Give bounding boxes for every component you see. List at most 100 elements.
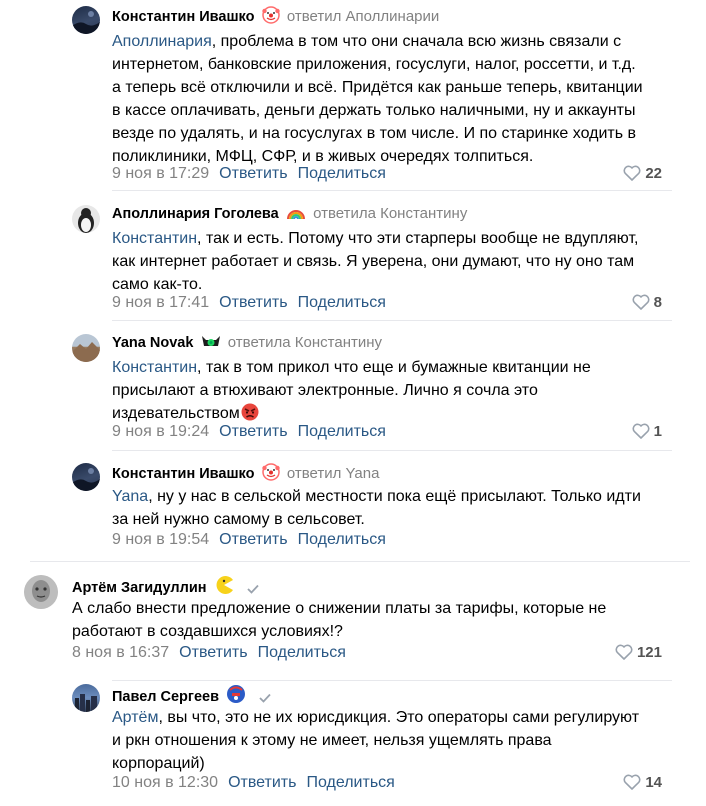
- comment-5: Артём Загидуллин А слабо внести предложе…: [24, 575, 662, 675]
- comment-date[interactable]: 8 ноя в 16:37: [72, 644, 169, 661]
- clown-emoji-icon: [261, 463, 280, 486]
- text-line: а теперь всё отключили и всё. Придётся к…: [112, 79, 643, 96]
- heart-icon: [632, 423, 650, 444]
- like-button[interactable]: 8: [632, 294, 662, 315]
- text-line: , вы что, это не их юрисдикция. Это опер…: [158, 709, 640, 726]
- reply-to-label[interactable]: ответила Константину: [313, 205, 467, 222]
- penguin-icon: [78, 208, 94, 233]
- text-line: везде по удалять, и на госуслугах в том …: [112, 125, 637, 142]
- comment-date[interactable]: 9 ноя в 19:54: [112, 531, 209, 548]
- comment-header: Павел Сергеев: [112, 684, 272, 705]
- like-count: 121: [636, 644, 662, 661]
- mention-link[interactable]: Константин: [112, 359, 197, 376]
- green-eye-icon: [201, 334, 221, 355]
- share-button[interactable]: Поделиться: [298, 423, 386, 440]
- like-button[interactable]: 121: [615, 644, 662, 665]
- dark-landscape-icon: [72, 468, 100, 491]
- heart-icon: [615, 644, 633, 665]
- reply-button[interactable]: Ответить: [228, 774, 296, 791]
- comment-date[interactable]: 9 ноя в 19:24: [112, 423, 209, 440]
- heart-icon: [632, 294, 650, 315]
- comment-4: Константин Ивашко ответил Yana Yana, ну …: [72, 463, 662, 553]
- author-name[interactable]: Константин Ивашко: [112, 9, 254, 25]
- text-line: издевательством: [112, 405, 240, 422]
- text-line: само как-то.: [112, 276, 203, 293]
- author-name[interactable]: Yana Novak: [112, 335, 193, 351]
- comment-header: Yana Novak ответила Константину: [112, 334, 382, 352]
- avatar[interactable]: [72, 6, 100, 34]
- comment-date[interactable]: 10 ноя в 12:30: [112, 774, 218, 791]
- mention-link[interactable]: Yana: [112, 488, 148, 505]
- grey-face-icon: [24, 575, 58, 609]
- share-button[interactable]: Поделиться: [298, 165, 386, 182]
- comment-header: Аполлинария Гоголева ответила Константин…: [112, 205, 467, 223]
- text-line: присылают а втюхивают электронные. Лично…: [112, 382, 538, 399]
- divider: [112, 450, 672, 451]
- comment-header: Константин Ивашко ответил Аполлинарии: [112, 6, 439, 25]
- share-button[interactable]: Поделиться: [306, 774, 394, 791]
- comment-text: Константин, так и есть. Потому что эти с…: [112, 227, 672, 296]
- comment-date[interactable]: 9 ноя в 17:41: [112, 294, 209, 311]
- mention-link[interactable]: Константин: [112, 230, 197, 247]
- heart-icon: [623, 165, 641, 186]
- comment-meta: 9 ноя в 19:24 Ответить Поделиться: [112, 423, 386, 441]
- reply-to-label[interactable]: ответил Yana: [287, 465, 380, 482]
- like-count: 1: [653, 423, 662, 440]
- reply-button[interactable]: Ответить: [179, 644, 247, 661]
- avatar[interactable]: [72, 205, 100, 233]
- comment-header: Артём Загидуллин: [72, 575, 259, 596]
- comment-1: Константин Ивашко ответил Аполлинарии Ап…: [72, 6, 662, 186]
- avatar[interactable]: [72, 334, 100, 362]
- author-name[interactable]: Аполлинария Гоголева: [112, 206, 279, 222]
- text-line: , проблема в том что они сначала всю жиз…: [211, 33, 622, 50]
- avatar[interactable]: [72, 463, 100, 491]
- author-name[interactable]: Павел Сергеев: [112, 689, 219, 705]
- mention-link[interactable]: Аполлинария: [112, 33, 212, 50]
- text-line: за ней нужно самому в сельсовет.: [112, 511, 365, 528]
- like-button[interactable]: 22: [623, 165, 662, 186]
- text-line: интернетом, банковские приложения, госус…: [112, 56, 636, 73]
- share-button[interactable]: Поделиться: [298, 531, 386, 548]
- text-line: корпораций): [112, 755, 205, 772]
- reply-button[interactable]: Ответить: [219, 294, 287, 311]
- comment-meta: 8 ноя в 16:37 Ответить Поделиться: [72, 644, 346, 662]
- reply-to-label[interactable]: ответила Константину: [228, 334, 382, 351]
- divider: [112, 320, 672, 321]
- author-name[interactable]: Артём Загидуллин: [72, 580, 207, 596]
- reply-button[interactable]: Ответить: [219, 531, 287, 548]
- text-line: работают в создавшихся условиях!?: [72, 623, 343, 640]
- comment-2: Аполлинария Гоголева ответила Константин…: [72, 205, 662, 315]
- avatar[interactable]: [24, 575, 58, 609]
- comment-6: Павел Сергеев Артём, вы что, это не их ю…: [72, 684, 662, 799]
- comment-text: Константин, так в том прикол что еще и б…: [112, 356, 672, 428]
- dark-landscape-icon: [72, 11, 100, 34]
- mountain-icon: [72, 342, 100, 362]
- share-button[interactable]: Поделиться: [258, 644, 346, 661]
- comment-meta: 9 ноя в 17:29 Ответить Поделиться: [112, 165, 386, 183]
- comment-text: Аполлинария, проблема в том что они снач…: [112, 30, 672, 168]
- like-count: 22: [645, 165, 662, 182]
- comment-meta: 9 ноя в 19:54 Ответить Поделиться: [112, 531, 386, 549]
- author-name[interactable]: Константин Ивашко: [112, 466, 254, 482]
- text-line: и ркн отношения к этому не имеет, нельзя…: [112, 732, 552, 749]
- comment-3: Yana Novak ответила Константину Констант…: [72, 334, 662, 444]
- divider: [112, 190, 672, 191]
- reply-button[interactable]: Ответить: [219, 423, 287, 440]
- like-button[interactable]: 14: [623, 774, 662, 795]
- text-line: , так и есть. Потому что эти старперы во…: [197, 230, 639, 247]
- mention-link[interactable]: Артём: [112, 709, 158, 726]
- like-count: 8: [653, 294, 662, 311]
- comment-text: Артём, вы что, это не их юрисдикция. Это…: [112, 706, 672, 775]
- like-button[interactable]: 1: [632, 423, 662, 444]
- text-line: А слабо внести предложение о снижении пл…: [72, 600, 607, 617]
- comment-text: А слабо внести предложение о снижении пл…: [72, 597, 672, 643]
- like-count: 14: [645, 774, 662, 791]
- avatar[interactable]: [72, 684, 100, 712]
- share-button[interactable]: Поделиться: [298, 294, 386, 311]
- divider: [30, 561, 690, 562]
- comment-date[interactable]: 9 ноя в 17:29: [112, 165, 209, 182]
- comment-header: Константин Ивашко ответил Yana: [112, 463, 380, 482]
- reply-button[interactable]: Ответить: [219, 165, 287, 182]
- text-line: , так в том прикол что еще и бумажные кв…: [197, 359, 591, 376]
- reply-to-label[interactable]: ответил Аполлинарии: [287, 8, 439, 25]
